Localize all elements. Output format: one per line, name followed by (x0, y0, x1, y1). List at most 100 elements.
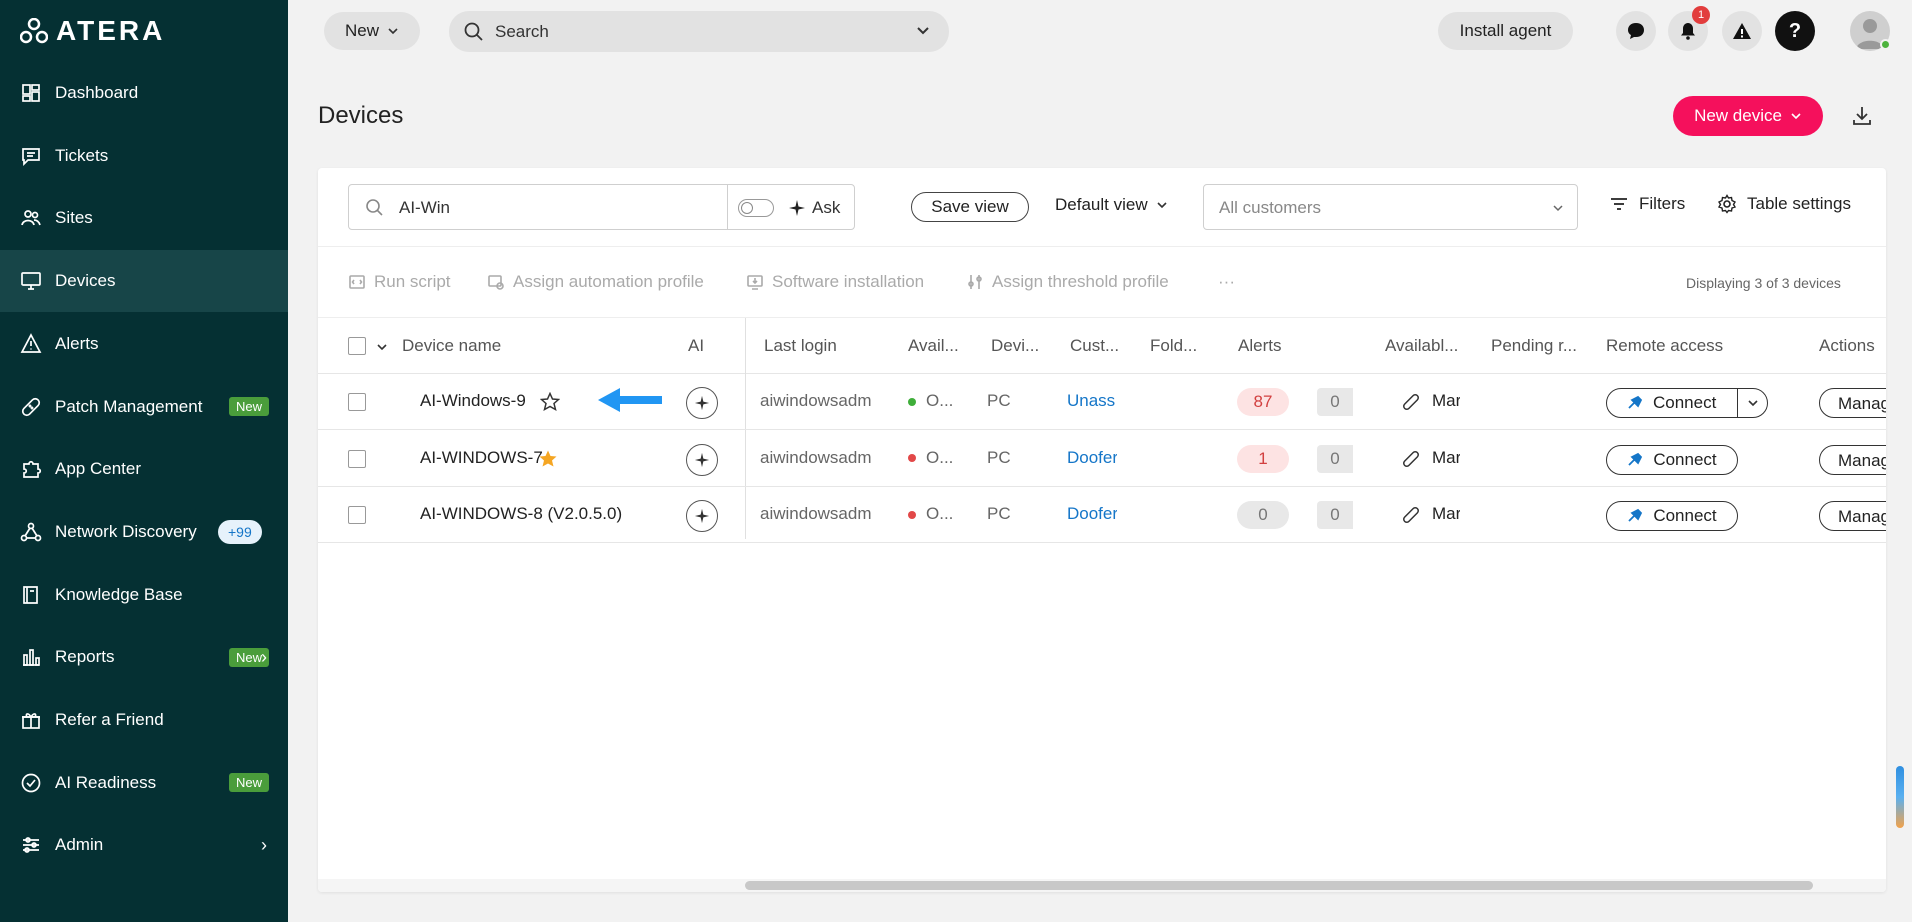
table-row[interactable]: AI-WINDOWS-8 (V2.0.5.0) aiwindowsadm O... P… (318, 487, 1886, 543)
star-icon[interactable] (538, 449, 558, 469)
column-header[interactable]: Fold... (1150, 336, 1197, 356)
device-filter-input[interactable]: AI-Win (348, 184, 728, 230)
connect-button[interactable]: Connect (1606, 388, 1768, 418)
manage-button[interactable]: Manage (1819, 388, 1886, 418)
chevron-down-icon[interactable] (376, 341, 388, 353)
device-name[interactable]: AI-WINDOWS-7 (420, 448, 543, 468)
device-name[interactable]: AI-Windows-9 (420, 391, 526, 411)
table-row[interactable]: AI-WINDOWS-7 aiwindowsadm O... PC Doofer 1 0 Ma… (318, 431, 1886, 487)
sidebar-item-refer-a-friend[interactable]: Refer a Friend (0, 689, 288, 751)
sidebar-item-reports[interactable]: Reports New › (0, 626, 288, 688)
chevron-right-icon: › (261, 834, 267, 855)
sidebar-item-knowledge-base[interactable]: Knowledge Base (0, 564, 288, 626)
assign-automation-action[interactable]: Assign automation profile (487, 272, 704, 292)
column-header[interactable]: Devi... (991, 336, 1039, 356)
sidebar-item-ai-readiness[interactable]: AI Readiness New (0, 752, 288, 814)
alerts-count-badge[interactable]: 0 (1237, 501, 1289, 529)
alerts-button[interactable] (1722, 11, 1762, 51)
sidebar-item-label: Knowledge Base (55, 584, 183, 604)
sidebar-item-tickets[interactable]: Tickets (0, 125, 288, 187)
download-icon[interactable] (1850, 104, 1874, 128)
alerts-secondary-badge[interactable]: 0 (1317, 388, 1353, 416)
ai-assist-button[interactable] (686, 500, 718, 532)
column-header[interactable]: Pending r... (1491, 336, 1577, 356)
atera-logo[interactable]: ATERA (20, 15, 165, 46)
column-header[interactable]: Alerts (1238, 336, 1281, 356)
sidebar-item-devices[interactable]: Devices (0, 250, 288, 313)
manage-button[interactable]: Manage (1819, 444, 1886, 475)
bulk-action-bar: Run script Assign automation profile Sof… (318, 246, 1886, 318)
install-icon (747, 275, 763, 290)
sliders-icon (20, 834, 42, 856)
ai-assist-button[interactable] (686, 387, 718, 419)
row-checkbox[interactable] (348, 393, 366, 411)
help-button[interactable]: ? (1775, 11, 1815, 51)
assign-automation-label: Assign automation profile (513, 272, 704, 291)
device-name[interactable]: AI-WINDOWS-8 (V2.0.5.0) (420, 504, 622, 524)
chat-button[interactable] (1616, 11, 1656, 51)
book-icon (20, 584, 42, 606)
software-installation-action[interactable]: Software installation (746, 272, 924, 292)
install-agent-button[interactable]: Install agent (1438, 12, 1573, 50)
alerts-secondary-badge[interactable]: 0 (1317, 501, 1353, 529)
gear-icon (1717, 194, 1737, 214)
column-header[interactable]: AI (688, 336, 704, 356)
ask-ai-box[interactable]: Ask (727, 184, 855, 230)
alerts-count-badge[interactable]: 87 (1237, 388, 1289, 416)
availability-status: O... (908, 448, 958, 468)
alerts-secondary-badge[interactable]: 0 (1317, 444, 1353, 473)
connect-button[interactable]: Connect (1606, 444, 1738, 475)
save-view-button[interactable]: Save view (911, 192, 1029, 222)
customers-select[interactable]: All customers (1203, 184, 1578, 230)
sidebar-item-sites[interactable]: Sites (0, 187, 288, 249)
chevron-down-icon[interactable] (1747, 397, 1759, 409)
toggle-knob (741, 202, 753, 214)
column-header[interactable]: Cust... (1070, 336, 1119, 356)
customer-link[interactable]: Unass (1067, 391, 1117, 411)
sparkle-icon (694, 395, 710, 411)
column-header[interactable]: Actions (1819, 336, 1875, 356)
connect-button[interactable]: Connect (1606, 501, 1738, 531)
table-settings-label: Table settings (1747, 194, 1851, 213)
status-dot (908, 397, 916, 406)
manage-button[interactable]: Manage (1819, 501, 1886, 531)
more-actions[interactable]: ··· (1218, 272, 1235, 292)
run-script-action[interactable]: Run script (348, 272, 451, 292)
alerts-count-badge[interactable]: 1 (1237, 444, 1289, 473)
sidebar-item-app-center[interactable]: App Center (0, 438, 288, 500)
table-row[interactable]: AI-Windows-9 aiwindowsadm O... PC Unass 87 0 Ma… (318, 374, 1886, 430)
horizontal-scrollbar[interactable] (745, 881, 1813, 890)
row-checkbox[interactable] (348, 449, 366, 468)
side-accent-bar (1896, 766, 1904, 828)
chevron-down-icon (1157, 202, 1167, 209)
select-all-checkbox[interactable] (348, 337, 366, 355)
star-icon[interactable] (540, 392, 560, 412)
chevron-down-icon[interactable] (915, 23, 931, 39)
new-button[interactable]: New (324, 12, 420, 50)
table-settings-button[interactable]: Table settings (1717, 194, 1851, 214)
notifications-button[interactable]: 1 (1668, 6, 1710, 51)
ask-toggle[interactable] (738, 199, 774, 217)
sidebar-item-admin[interactable]: Admin › (0, 814, 288, 876)
global-search[interactable]: Search (449, 11, 949, 52)
new-device-button[interactable]: New device (1673, 96, 1823, 136)
filters-button[interactable]: Filters (1609, 194, 1685, 214)
sidebar-item-patch-management[interactable]: Patch Management New (0, 376, 288, 438)
sparkle-icon (789, 200, 805, 216)
customer-link[interactable]: Doofer (1067, 448, 1117, 468)
column-header[interactable]: Device name (402, 336, 501, 356)
column-header[interactable]: Last login (764, 336, 837, 356)
row-checkbox[interactable] (348, 506, 366, 524)
last-login: aiwindowsadm (760, 391, 872, 410)
column-header[interactable]: Remote access (1606, 336, 1723, 356)
ai-assist-button[interactable] (686, 443, 718, 476)
column-header[interactable]: Avail... (908, 336, 959, 356)
sidebar-item-dashboard[interactable]: Dashboard (0, 62, 288, 124)
sidebar-item-network-discovery[interactable]: Network Discovery +99 (0, 501, 288, 563)
customer-link[interactable]: Doofer (1067, 504, 1117, 524)
assign-threshold-action[interactable]: Assign threshold profile (966, 272, 1169, 292)
column-header[interactable]: Availabl... (1385, 336, 1458, 356)
default-view-dropdown[interactable]: Default view (1055, 195, 1168, 215)
device-filter-value: AI-Win (399, 198, 450, 217)
sidebar-item-alerts[interactable]: Alerts (0, 313, 288, 375)
